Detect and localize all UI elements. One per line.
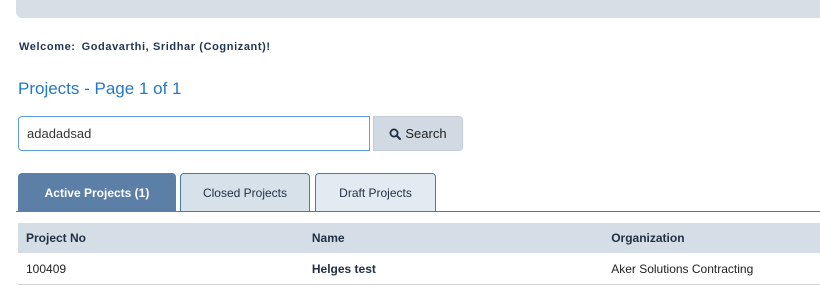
welcome-user: Godavarthi, Sridhar (Cognizant)! [81, 41, 271, 53]
table-header-row: Project No Name Organization [18, 223, 820, 253]
table-row[interactable]: 100409 Helges test Aker Solutions Contra… [18, 253, 820, 285]
search-button[interactable]: Search [373, 116, 463, 151]
page-title: Projects - Page 1 of 1 [18, 79, 182, 98]
cell-project-name-link[interactable]: Helges test [303, 253, 604, 285]
search-icon [389, 128, 402, 140]
tab-active-projects[interactable]: Active Projects (1) [18, 173, 176, 212]
column-header-project-no[interactable]: Project No [18, 223, 304, 253]
welcome-label: Welcome: [19, 41, 76, 53]
search-button-label: Search [405, 126, 447, 141]
search-input[interactable] [18, 116, 370, 151]
column-header-organization[interactable]: Organization [603, 223, 820, 253]
welcome-message: Welcome: Godavarthi, Sridhar (Cognizant)! [19, 41, 271, 53]
tab-closed-projects[interactable]: Closed Projects [180, 173, 310, 211]
column-header-name[interactable]: Name [303, 223, 604, 253]
tab-draft-projects[interactable]: Draft Projects [315, 173, 436, 211]
projects-table: Project No Name Organization 100409 Helg… [18, 223, 820, 285]
cell-project-no: 100409 [18, 253, 304, 285]
top-banner [16, 0, 820, 18]
cell-organization: Aker Solutions Contracting [603, 253, 820, 285]
